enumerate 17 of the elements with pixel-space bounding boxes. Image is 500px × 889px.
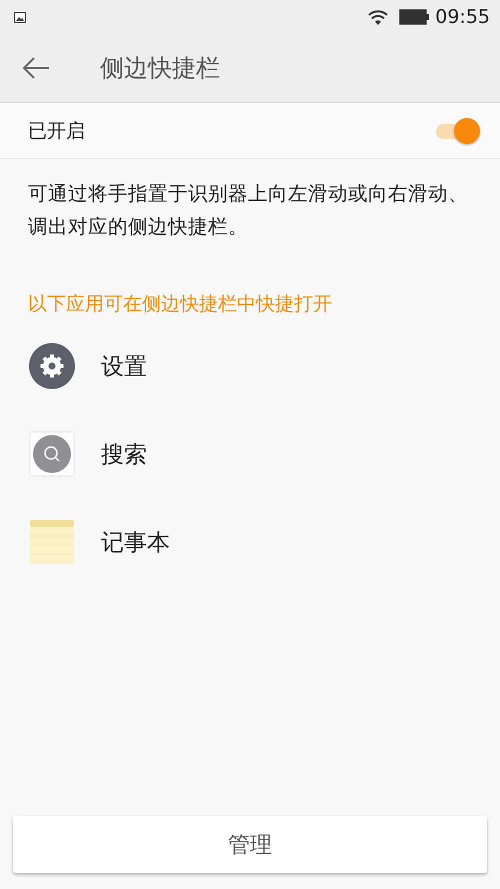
settings-icon [28,342,76,390]
section-header: 以下应用可在侧边快捷栏中快捷打开 [27,292,333,317]
back-arrow-icon[interactable] [22,56,50,80]
image-notification-icon [14,12,26,22]
description-text: 可通过将手指置于识别器上向左滑动或向右滑动、调出对应的侧边快捷栏。 [27,181,469,240]
app-label[interactable]: 记事本 [101,526,170,558]
wifi-icon [367,8,390,26]
toggle-switch[interactable] [434,116,480,144]
toggle-label: 已开启 [28,118,86,144]
manage-button[interactable]: 管理 [13,816,487,873]
status-time: 09:55 [435,6,490,28]
battery-icon [399,9,430,25]
notepad-icon [30,520,74,564]
app-label[interactable]: 搜索 [101,438,147,470]
page-title: 侧边快捷栏 [100,53,220,84]
search-icon [29,431,75,477]
app-label[interactable]: 设置 [101,350,147,382]
